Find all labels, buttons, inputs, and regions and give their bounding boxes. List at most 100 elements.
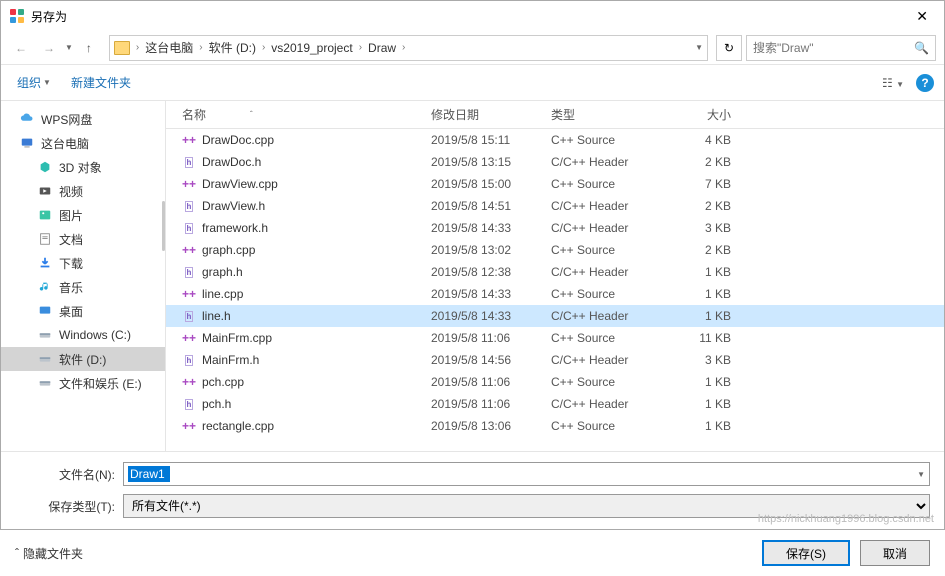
close-button[interactable]: ✕ bbox=[908, 6, 936, 27]
filename-input-wrap[interactable]: ▼ bbox=[123, 462, 930, 486]
file-date: 2019/5/8 13:15 bbox=[421, 155, 541, 169]
save-button[interactable]: 保存(S) bbox=[762, 540, 850, 566]
chevron-up-icon: ˆ bbox=[15, 546, 19, 560]
drive-icon bbox=[37, 352, 53, 366]
refresh-button[interactable]: ↻ bbox=[716, 35, 742, 61]
sidebar-item-label: 图片 bbox=[59, 207, 83, 224]
chevron-down-icon[interactable]: ▼ bbox=[695, 43, 703, 52]
titlebar: 另存为 ✕ bbox=[1, 1, 944, 31]
file-name: DrawDoc.h bbox=[202, 155, 261, 169]
search-icon[interactable]: 🔍 bbox=[914, 41, 929, 55]
sidebar-item[interactable]: 视频 bbox=[1, 179, 165, 203]
file-date: 2019/5/8 14:33 bbox=[421, 309, 541, 323]
sidebar-item[interactable]: 桌面 bbox=[1, 299, 165, 323]
col-date[interactable]: 修改日期 bbox=[421, 106, 541, 123]
folder-icon bbox=[114, 41, 130, 55]
cpp-file-icon: ++ bbox=[182, 243, 196, 257]
h-file-icon: h bbox=[182, 199, 196, 213]
breadcrumb-seg[interactable]: 软件 (D:) bbox=[205, 39, 260, 56]
search-box[interactable]: 🔍 bbox=[746, 35, 936, 61]
file-row[interactable]: hline.h 2019/5/8 14:33 C/C++ Header 1 KB bbox=[166, 305, 944, 327]
file-size: 1 KB bbox=[661, 375, 741, 389]
file-type: C/C++ Header bbox=[541, 397, 661, 411]
sidebar-item-label: 文件和娱乐 (E:) bbox=[59, 375, 142, 392]
breadcrumb-seg[interactable]: 这台电脑 bbox=[141, 39, 197, 56]
file-row[interactable]: hDrawView.h 2019/5/8 14:51 C/C++ Header … bbox=[166, 195, 944, 217]
file-name: graph.h bbox=[202, 265, 243, 279]
cpp-file-icon: ++ bbox=[182, 287, 196, 301]
sidebar-item[interactable]: 音乐 bbox=[1, 275, 165, 299]
col-type[interactable]: 类型 bbox=[541, 106, 661, 123]
file-type: C/C++ Header bbox=[541, 155, 661, 169]
file-size: 7 KB bbox=[661, 177, 741, 191]
filetype-label: 保存类型(T): bbox=[15, 498, 123, 515]
pc-icon bbox=[19, 136, 35, 150]
file-row[interactable]: ++pch.cpp 2019/5/8 11:06 C++ Source 1 KB bbox=[166, 371, 944, 393]
filename-label: 文件名(N): bbox=[15, 466, 123, 483]
sidebar-item[interactable]: 图片 bbox=[1, 203, 165, 227]
file-row[interactable]: hMainFrm.h 2019/5/8 14:56 C/C++ Header 3… bbox=[166, 349, 944, 371]
filetype-select[interactable]: 所有文件(*.*) bbox=[123, 494, 930, 518]
file-row[interactable]: ++DrawDoc.cpp 2019/5/8 15:11 C++ Source … bbox=[166, 129, 944, 151]
sidebar-item-label: 桌面 bbox=[59, 303, 83, 320]
view-button[interactable]: ☷ ▼ bbox=[878, 74, 908, 92]
col-size[interactable]: 大小 bbox=[661, 106, 741, 123]
hide-folders-toggle[interactable]: ˆ 隐藏文件夹 bbox=[15, 545, 83, 562]
up-button[interactable]: ↑ bbox=[77, 36, 101, 60]
file-name: DrawView.cpp bbox=[202, 177, 278, 191]
toolbar: 组织 ▼ 新建文件夹 ☷ ▼ ? bbox=[1, 65, 944, 101]
file-size: 3 KB bbox=[661, 353, 741, 367]
newfolder-button[interactable]: 新建文件夹 bbox=[65, 70, 137, 95]
file-name: pch.h bbox=[202, 397, 231, 411]
sidebar-item[interactable]: 3D 对象 bbox=[1, 155, 165, 179]
h-file-icon: h bbox=[182, 155, 196, 169]
filename-dropdown-icon[interactable]: ▼ bbox=[917, 470, 925, 479]
file-row[interactable]: h DrawDoc.h 2019/5/8 13:15 C/C++ Header 2… bbox=[166, 151, 944, 173]
file-type: C/C++ Header bbox=[541, 265, 661, 279]
file-size: 1 KB bbox=[661, 265, 741, 279]
sidebar-item-label: 这台电脑 bbox=[41, 135, 89, 152]
sidebar-item[interactable]: Windows (C:) bbox=[1, 323, 165, 347]
sidebar-item[interactable]: WPS网盘 bbox=[1, 107, 165, 131]
sidebar-item[interactable]: 这台电脑 bbox=[1, 131, 165, 155]
col-name[interactable]: 名称ˆ bbox=[166, 106, 421, 123]
file-size: 3 KB bbox=[661, 221, 741, 235]
file-row[interactable]: ++graph.cpp 2019/5/8 13:02 C++ Source 2 … bbox=[166, 239, 944, 261]
breadcrumb-seg[interactable]: Draw bbox=[364, 41, 400, 55]
file-row[interactable]: hgraph.h 2019/5/8 12:38 C/C++ Header 1 K… bbox=[166, 261, 944, 283]
file-name: line.cpp bbox=[202, 287, 243, 301]
drive-icon bbox=[37, 376, 53, 390]
file-size: 2 KB bbox=[661, 199, 741, 213]
desktop-icon bbox=[37, 304, 53, 318]
file-size: 2 KB bbox=[661, 155, 741, 169]
file-row[interactable]: ++MainFrm.cpp 2019/5/8 11:06 C++ Source … bbox=[166, 327, 944, 349]
file-row[interactable]: ++line.cpp 2019/5/8 14:33 C++ Source 1 K… bbox=[166, 283, 944, 305]
file-row[interactable]: ++DrawView.cpp 2019/5/8 15:00 C++ Source… bbox=[166, 173, 944, 195]
breadcrumb-seg[interactable]: vs2019_project bbox=[267, 41, 356, 55]
sidebar-item[interactable]: 软件 (D:) bbox=[1, 347, 165, 371]
breadcrumb[interactable]: › 这台电脑› 软件 (D:)› vs2019_project› Draw› ▼ bbox=[109, 35, 708, 61]
cancel-button[interactable]: 取消 bbox=[860, 540, 930, 566]
file-date: 2019/5/8 11:06 bbox=[421, 331, 541, 345]
search-input[interactable] bbox=[753, 41, 914, 55]
sidebar-item[interactable]: 下载 bbox=[1, 251, 165, 275]
file-date: 2019/5/8 13:02 bbox=[421, 243, 541, 257]
sidebar-item[interactable]: 文档 bbox=[1, 227, 165, 251]
h-file-icon: h bbox=[182, 221, 196, 235]
h-file-icon: h bbox=[182, 309, 196, 323]
file-date: 2019/5/8 11:06 bbox=[421, 397, 541, 411]
file-type: C/C++ Header bbox=[541, 221, 661, 235]
filename-input[interactable] bbox=[128, 466, 170, 482]
file-row[interactable]: ++rectangle.cpp 2019/5/8 13:06 C++ Sourc… bbox=[166, 415, 944, 437]
cpp-file-icon: ++ bbox=[182, 331, 196, 345]
help-button[interactable]: ? bbox=[916, 74, 934, 92]
sidebar-item[interactable]: 文件和娱乐 (E:) bbox=[1, 371, 165, 395]
history-dropdown-icon[interactable]: ▼ bbox=[65, 43, 73, 52]
organize-button[interactable]: 组织 ▼ bbox=[11, 70, 57, 95]
sidebar: WPS网盘这台电脑 3D 对象视频图片文档下载音乐桌面 Windows (C:)软件… bbox=[1, 101, 166, 451]
file-row[interactable]: hpch.h 2019/5/8 11:06 C/C++ Header 1 KB bbox=[166, 393, 944, 415]
forward-button[interactable]: → bbox=[37, 36, 61, 60]
file-row[interactable]: hframework.h 2019/5/8 14:33 C/C++ Header… bbox=[166, 217, 944, 239]
back-button[interactable]: ← bbox=[9, 36, 33, 60]
file-size: 1 KB bbox=[661, 419, 741, 433]
